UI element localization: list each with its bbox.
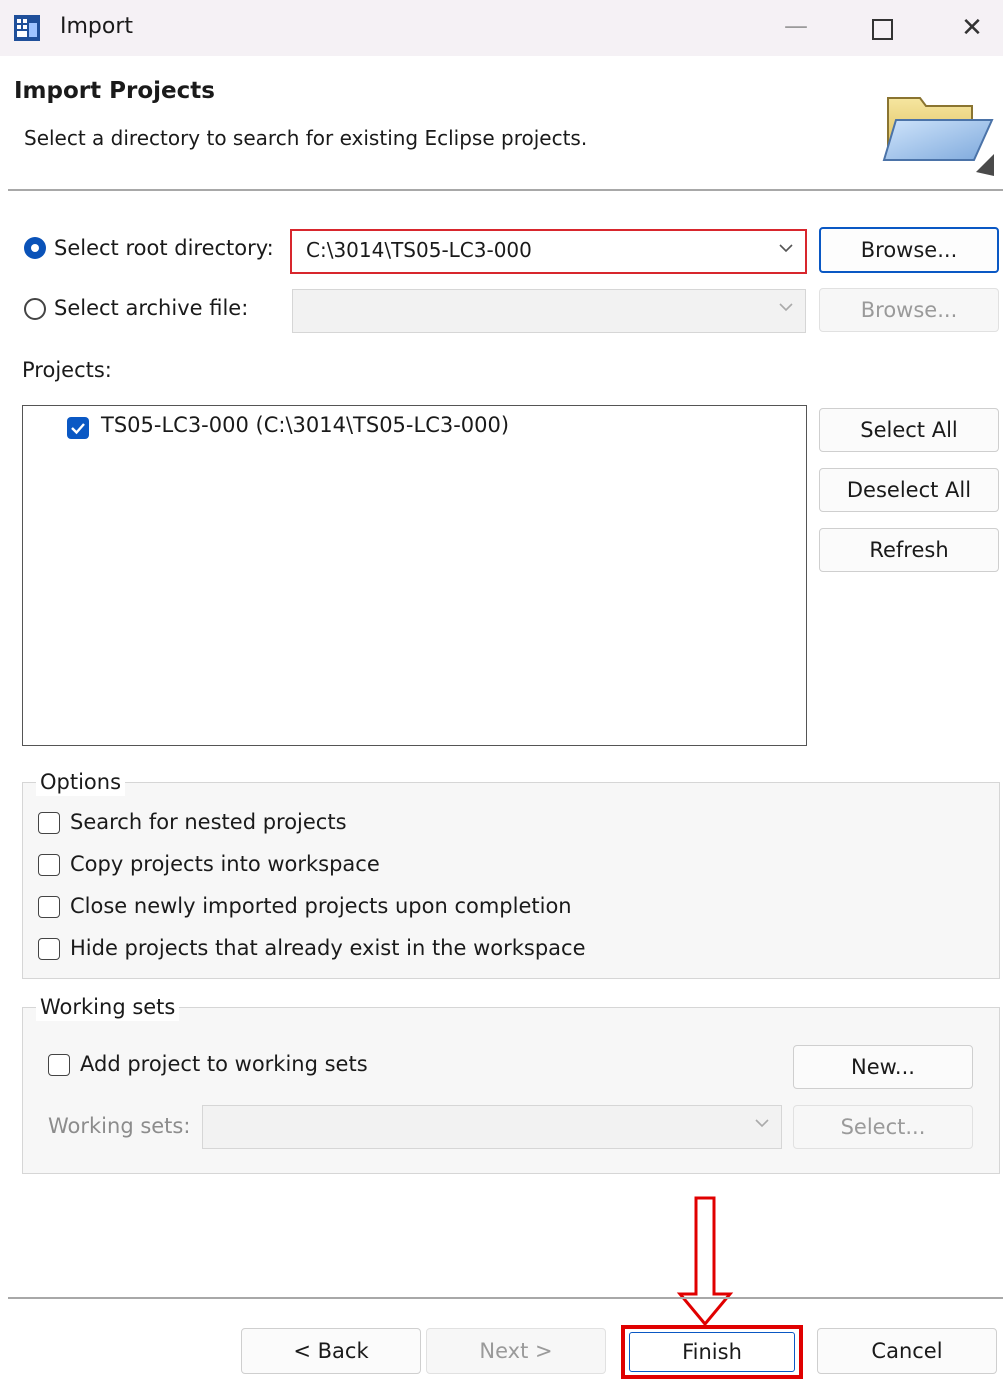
down-arrow-icon xyxy=(676,1196,734,1327)
select-all-label: Select All xyxy=(860,418,958,442)
add-to-working-sets-label[interactable]: Add project to working sets xyxy=(80,1050,368,1078)
new-working-set-label: New... xyxy=(851,1055,915,1079)
root-directory-label: Select root directory: xyxy=(54,236,274,260)
next-label: Next > xyxy=(479,1339,553,1363)
deselect-all-label: Deselect All xyxy=(846,478,972,502)
new-working-set-button[interactable]: New... xyxy=(793,1045,973,1089)
copy-into-workspace-checkbox[interactable] xyxy=(38,854,60,876)
chevron-down-icon xyxy=(755,1119,769,1128)
page-heading: Import Projects xyxy=(14,78,215,104)
footer-separator xyxy=(8,1297,1003,1299)
close-button[interactable]: ✕ xyxy=(946,0,998,56)
browse-directory-label: Browse... xyxy=(860,238,958,262)
window-title: Import xyxy=(60,14,134,39)
hide-existing-label[interactable]: Hide projects that already exist in the … xyxy=(70,934,586,962)
checkmark-icon xyxy=(71,423,85,435)
select-all-button[interactable]: Select All xyxy=(819,408,999,452)
back-label: < Back xyxy=(293,1339,369,1363)
maximize-button[interactable] xyxy=(856,0,908,56)
projects-label: Projects: xyxy=(22,358,112,382)
project-checkbox[interactable] xyxy=(67,417,89,439)
archive-file-label: Select archive file: xyxy=(54,296,249,320)
cancel-label: Cancel xyxy=(871,1339,943,1363)
maximize-icon xyxy=(871,19,893,40)
search-nested-label[interactable]: Search for nested projects xyxy=(70,808,347,836)
finish-label: Finish xyxy=(682,1340,742,1364)
close-imported-label[interactable]: Close newly imported projects upon compl… xyxy=(70,892,572,920)
working-sets-combo[interactable] xyxy=(202,1105,782,1149)
working-sets-title: Working sets xyxy=(36,993,180,1021)
back-button[interactable]: < Back xyxy=(241,1328,421,1374)
cancel-button[interactable]: Cancel xyxy=(817,1328,997,1374)
archive-file-radio[interactable] xyxy=(24,298,46,320)
minimize-button[interactable]: — xyxy=(770,0,822,56)
banner-separator xyxy=(8,189,1003,191)
close-imported-checkbox[interactable] xyxy=(38,896,60,918)
refresh-button[interactable]: Refresh xyxy=(819,528,999,572)
hide-existing-checkbox[interactable] xyxy=(38,938,60,960)
title-bar xyxy=(0,0,1003,56)
browse-archive-label: Browse... xyxy=(860,298,958,322)
copy-into-workspace-label[interactable]: Copy projects into workspace xyxy=(70,850,380,878)
select-working-sets-label: Select... xyxy=(840,1115,926,1139)
project-item-label[interactable]: TS05-LC3-000 (C:\3014\TS05-LC3-000) xyxy=(101,411,509,439)
add-to-working-sets-checkbox[interactable] xyxy=(48,1054,70,1076)
eclipse-app-icon xyxy=(14,15,40,41)
root-directory-value: C:\3014\TS05-LC3-000 xyxy=(306,238,532,262)
folder-icon xyxy=(880,78,996,188)
next-button[interactable]: Next > xyxy=(426,1328,606,1374)
browse-archive-button[interactable]: Browse... xyxy=(819,288,999,332)
refresh-label: Refresh xyxy=(869,538,949,562)
projects-list[interactable]: TS05-LC3-000 (C:\3014\TS05-LC3-000) xyxy=(22,405,807,746)
chevron-down-icon xyxy=(779,303,793,312)
root-directory-combo[interactable]: C:\3014\TS05-LC3-000 xyxy=(290,229,807,274)
working-sets-label: Working sets: xyxy=(48,1114,191,1138)
deselect-all-button[interactable]: Deselect All xyxy=(819,468,999,512)
options-title: Options xyxy=(36,768,126,796)
browse-directory-button[interactable]: Browse... xyxy=(819,227,999,273)
archive-file-combo[interactable] xyxy=(292,289,806,333)
search-nested-checkbox[interactable] xyxy=(38,812,60,834)
root-directory-radio[interactable] xyxy=(24,237,46,259)
select-working-sets-button[interactable]: Select... xyxy=(793,1105,973,1149)
chevron-down-icon xyxy=(779,244,793,253)
page-description: Select a directory to search for existin… xyxy=(24,126,588,150)
finish-button[interactable]: Finish xyxy=(621,1325,803,1379)
